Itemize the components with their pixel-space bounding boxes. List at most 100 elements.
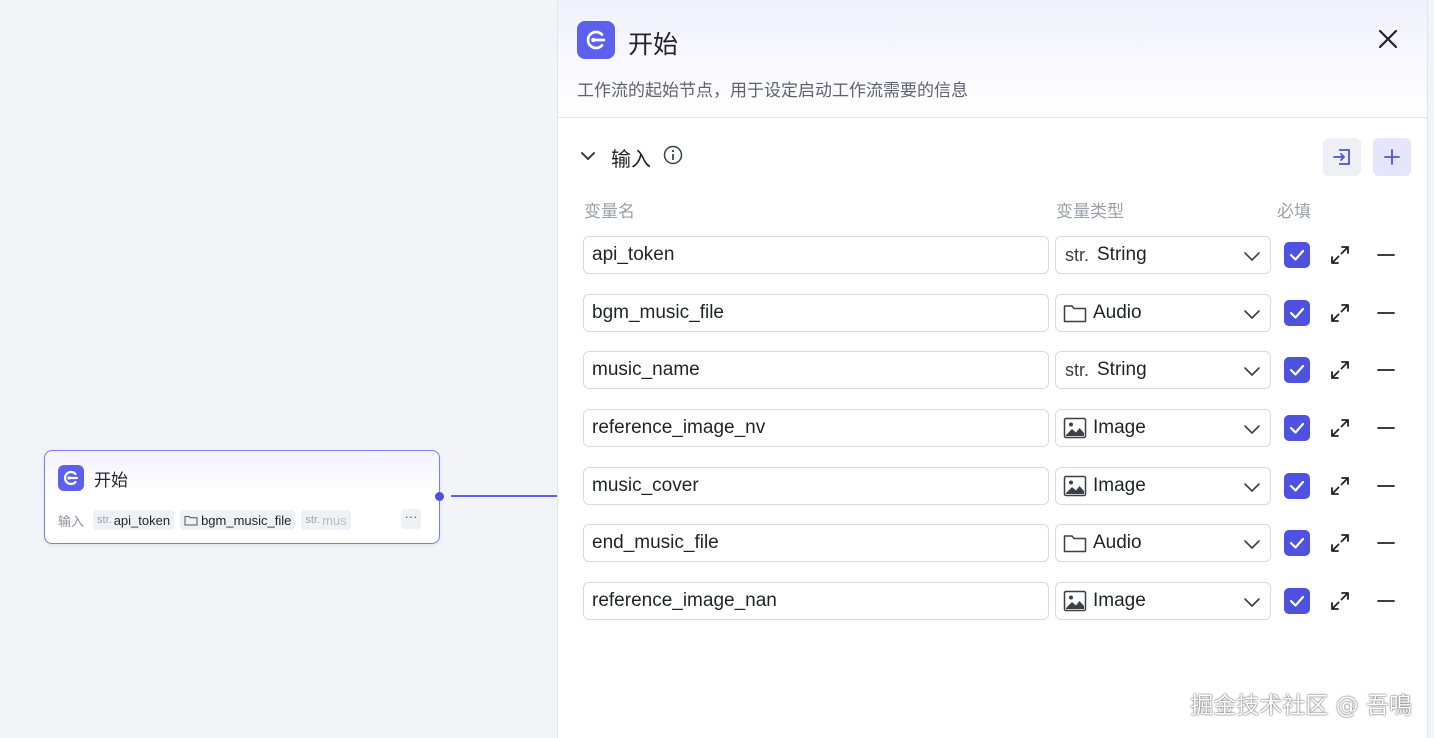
panel-header: 开始 工作流的起始节点，用于设定启动工作流需要的信息: [558, 0, 1427, 118]
variable-type-select[interactable]: str. String: [1055, 351, 1271, 389]
chevron-down-icon: [1244, 540, 1260, 549]
variable-type-label: Image: [1093, 475, 1146, 496]
variable-type-select[interactable]: Image: [1055, 467, 1271, 505]
start-node[interactable]: 开始 输入 str. api_token bgm_music_file str. m…: [44, 450, 440, 544]
check-icon: [1289, 480, 1305, 492]
variable-row: Audio: [583, 294, 1403, 332]
remove-icon[interactable]: [1375, 417, 1397, 439]
variable-name-input[interactable]: [583, 351, 1049, 389]
variable-type-select[interactable]: str. String: [1055, 236, 1271, 274]
variable-row: Image: [583, 582, 1403, 620]
image-icon: [1062, 475, 1088, 497]
info-icon[interactable]: [663, 145, 683, 165]
input-section-header: 输入: [577, 138, 1411, 176]
expand-icon[interactable]: [1329, 417, 1351, 439]
required-checkbox[interactable]: [1284, 530, 1310, 556]
remove-icon[interactable]: [1375, 590, 1397, 612]
check-icon: [1289, 422, 1305, 434]
variable-type-select[interactable]: Image: [1055, 409, 1271, 447]
check-icon: [1289, 307, 1305, 319]
check-icon: [1289, 249, 1305, 261]
chevron-down-icon: [1244, 252, 1260, 261]
chevron-down-icon[interactable]: [579, 147, 597, 165]
connection-edge: [451, 495, 557, 497]
column-header-name: 变量名: [584, 202, 635, 221]
column-header-type: 变量类型: [1056, 202, 1124, 221]
check-icon: [1289, 364, 1305, 376]
required-checkbox[interactable]: [1284, 415, 1310, 441]
remove-icon[interactable]: [1375, 475, 1397, 497]
image-icon: [1062, 590, 1088, 612]
variable-name-input[interactable]: [583, 294, 1049, 332]
check-icon: [1289, 537, 1305, 549]
node-inputs-label: 输入: [58, 513, 85, 529]
output-port[interactable]: [435, 492, 444, 501]
expand-icon[interactable]: [1329, 532, 1351, 554]
variable-type-label: Audio: [1093, 302, 1142, 323]
required-checkbox[interactable]: [1284, 357, 1310, 383]
variable-type-label: Audio: [1093, 532, 1142, 553]
import-icon: [1333, 149, 1350, 165]
remove-icon[interactable]: [1375, 532, 1397, 554]
required-checkbox[interactable]: [1284, 300, 1310, 326]
close-button[interactable]: [1375, 26, 1401, 52]
variable-row: str. String: [583, 236, 1403, 274]
start-icon: [58, 465, 84, 491]
panel-title: 开始: [628, 31, 679, 59]
close-icon: [1378, 29, 1398, 49]
chevron-down-icon: [1244, 483, 1260, 492]
required-checkbox[interactable]: [1284, 473, 1310, 499]
string-icon: str.: [1064, 359, 1089, 380]
variable-name-input[interactable]: [583, 409, 1049, 447]
expand-icon[interactable]: [1329, 359, 1351, 381]
required-checkbox[interactable]: [1284, 588, 1310, 614]
input-chip: bgm_music_file: [180, 510, 296, 530]
variable-name-input[interactable]: [583, 582, 1049, 620]
variable-row: Image: [583, 467, 1403, 505]
variable-type-select[interactable]: Audio: [1055, 524, 1271, 562]
import-button[interactable]: [1323, 138, 1361, 176]
expand-icon[interactable]: [1329, 590, 1351, 612]
watermark: 掘金技术社区 @ 吾鳴: [1190, 693, 1412, 719]
remove-icon[interactable]: [1375, 244, 1397, 266]
chevron-down-icon: [1244, 598, 1260, 607]
panel-description: 工作流的起始节点，用于设定启动工作流需要的信息: [577, 81, 968, 100]
input-chip: str. mus: [301, 510, 351, 530]
variable-name-input[interactable]: [583, 467, 1049, 505]
string-icon: str.: [1064, 244, 1089, 265]
add-variable-button[interactable]: [1373, 138, 1411, 176]
remove-icon[interactable]: [1375, 302, 1397, 324]
folder-icon: [1062, 302, 1088, 324]
node-title: 开始: [94, 470, 128, 490]
variable-type-label: String: [1097, 244, 1147, 265]
image-icon: [1062, 417, 1088, 439]
canvas-edge: [1428, 0, 1434, 738]
variable-name-input[interactable]: [583, 524, 1049, 562]
check-icon: [1289, 595, 1305, 607]
folder-icon: [1062, 532, 1088, 554]
required-checkbox[interactable]: [1284, 242, 1310, 268]
input-chip: str. api_token: [93, 510, 175, 530]
start-icon: [577, 21, 615, 59]
variable-row: Image: [583, 409, 1403, 447]
node-header: 开始: [58, 465, 128, 491]
more-inputs-button[interactable]: ···: [401, 509, 421, 529]
expand-icon[interactable]: [1329, 475, 1351, 497]
chevron-down-icon: [1244, 425, 1260, 434]
variable-name-input[interactable]: [583, 236, 1049, 274]
variable-type-select[interactable]: Image: [1055, 582, 1271, 620]
variable-type-label: String: [1097, 359, 1147, 380]
plus-icon: [1384, 149, 1400, 165]
variable-row: Audio: [583, 524, 1403, 562]
remove-icon[interactable]: [1375, 359, 1397, 381]
variable-type-label: Image: [1093, 417, 1146, 438]
node-config-panel: 开始 工作流的起始节点，用于设定启动工作流需要的信息 输入 变量名 变量类型 必…: [557, 0, 1428, 738]
node-inputs: 输入 str. api_token bgm_music_file str. mus …: [58, 509, 421, 531]
variable-row: str. String: [583, 351, 1403, 389]
variable-type-label: Image: [1093, 590, 1146, 611]
variable-type-select[interactable]: Audio: [1055, 294, 1271, 332]
section-title: 输入: [611, 149, 651, 171]
expand-icon[interactable]: [1329, 302, 1351, 324]
chevron-down-icon: [1244, 367, 1260, 376]
expand-icon[interactable]: [1329, 244, 1351, 266]
